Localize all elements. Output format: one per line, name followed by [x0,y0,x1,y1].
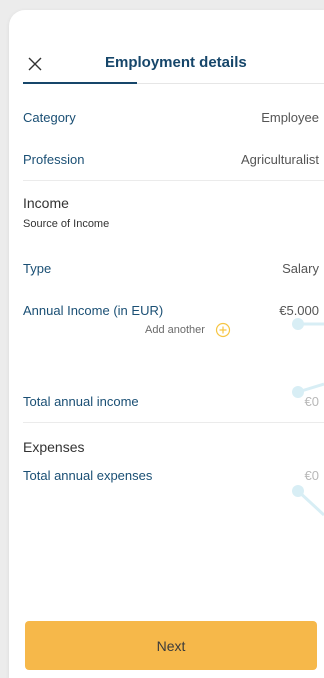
add-another-label: Add another [145,324,205,336]
annual-income-slider-handle[interactable] [284,304,324,344]
income-type-label: Type [23,261,52,276]
divider [23,180,324,181]
expenses-section-title: Expenses [23,439,85,455]
next-button[interactable]: Next [25,621,317,670]
profession-label: Profession [23,152,85,167]
page-title: Employment details [105,54,247,71]
category-label: Category [23,110,76,125]
header: Employment details [9,10,324,90]
profession-value: Agriculturalist [240,152,319,167]
category-value: Employee [261,110,319,125]
total-income-label: Total annual income [23,394,139,409]
add-circle-icon[interactable] [215,322,231,338]
total-expenses-slider-handle[interactable] [284,481,324,521]
annual-income-label: Annual Income (in EUR) [23,303,164,318]
income-source-subtitle: Source of Income [23,218,110,230]
total-expenses-label: Total annual expenses [23,468,153,483]
divider [23,422,324,423]
income-section-title: Income [23,195,69,211]
close-icon[interactable] [25,54,45,74]
header-divider [137,83,324,84]
title-underline [23,82,137,84]
total-income-slider-handle[interactable] [284,372,324,412]
employment-details-card: Employment details Category Employee Pro… [9,10,324,678]
income-type-value: Salary [282,261,319,276]
